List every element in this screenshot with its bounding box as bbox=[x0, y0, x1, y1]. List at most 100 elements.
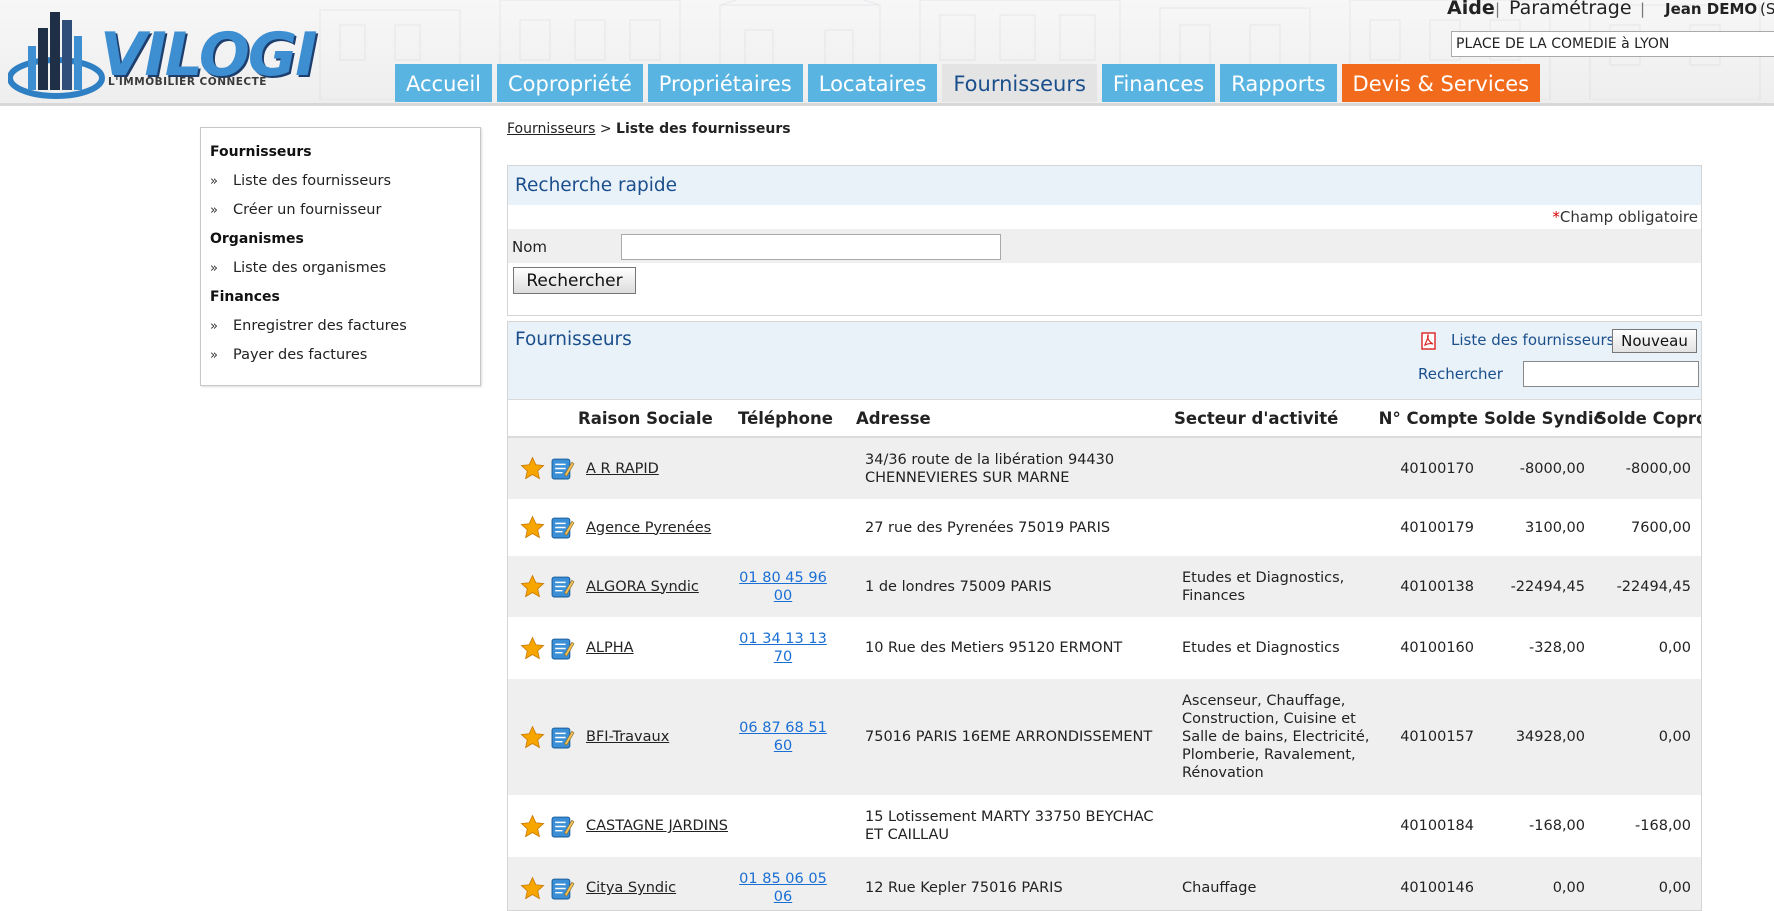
sidebar-item-payer-factures[interactable]: » Payer des factures bbox=[210, 343, 471, 372]
table-row: A R RAPID 34/36 route de la libération 9… bbox=[508, 437, 1701, 499]
tab-proprietaires[interactable]: Propriétaires bbox=[647, 64, 803, 102]
column-header-secteur[interactable]: Secteur d'activité bbox=[1154, 399, 1373, 438]
tab-locataires[interactable]: Locataires bbox=[807, 64, 938, 102]
new-supplier-button[interactable]: Nouveau bbox=[1612, 329, 1697, 353]
cell-adresse: 12 Rue Kepler 75016 PARIS bbox=[848, 857, 1154, 910]
tab-fournisseurs[interactable]: Fournisseurs bbox=[942, 64, 1097, 102]
filter-input[interactable] bbox=[1523, 361, 1699, 387]
tab-copropriete[interactable]: Copropriété bbox=[497, 64, 643, 102]
supplier-name-link[interactable]: A R RAPID bbox=[586, 461, 659, 477]
favorite-star-icon[interactable] bbox=[520, 574, 545, 599]
phone-link[interactable]: 01 80 45 96 00 bbox=[738, 569, 828, 605]
supplier-name-link[interactable]: Agence Pyrenées bbox=[586, 520, 711, 536]
table-row: ALGORA Syndic 01 80 45 96 00 1 de londre… bbox=[508, 556, 1701, 617]
row-actions bbox=[508, 857, 578, 910]
cell-raison-sociale: Agence Pyrenées bbox=[578, 499, 738, 556]
column-header-telephone[interactable]: Téléphone bbox=[738, 399, 848, 438]
suppliers-title: Fournisseurs bbox=[515, 329, 632, 350]
cell-raison-sociale: ALGORA Syndic bbox=[578, 556, 738, 617]
user-name[interactable]: Jean DEMO bbox=[1665, 0, 1757, 18]
cell-compte: 40100157 bbox=[1373, 679, 1484, 795]
tab-devis-services[interactable]: Devis & Services bbox=[1341, 64, 1541, 102]
sidebar-item-label: Enregistrer des factures bbox=[233, 318, 407, 334]
cell-adresse: 75016 PARIS 16EME ARRONDISSEMENT bbox=[848, 679, 1154, 795]
column-header-adresse[interactable]: Adresse bbox=[848, 399, 1154, 438]
name-form-row: Nom bbox=[508, 229, 1701, 263]
row-actions bbox=[508, 617, 578, 679]
sidebar-item-enregistrer-factures[interactable]: » Enregistrer des factures bbox=[210, 314, 471, 343]
app-header: VILOGI L'IMMOBILIER CONNECTÉ Aide | Para… bbox=[0, 0, 1774, 106]
double-chevron-icon: » bbox=[210, 319, 218, 334]
cell-compte: 40100138 bbox=[1373, 556, 1484, 617]
cell-compte: 40100170 bbox=[1373, 437, 1484, 499]
tab-accueil[interactable]: Accueil bbox=[395, 64, 492, 102]
sidebar-item-creer-fournisseur[interactable]: » Créer un fournisseur bbox=[210, 198, 471, 227]
column-header-compte[interactable]: N° Compte bbox=[1373, 399, 1484, 438]
cell-telephone bbox=[738, 499, 848, 556]
cell-compte: 40100184 bbox=[1373, 795, 1484, 857]
sidebar-item-label: Créer un fournisseur bbox=[233, 202, 382, 218]
edit-icon[interactable] bbox=[550, 515, 575, 540]
cell-compte: 40100179 bbox=[1373, 499, 1484, 556]
column-header-solde-copro[interactable]: Solde Copro bbox=[1595, 399, 1701, 438]
name-input[interactable] bbox=[621, 234, 1001, 260]
cell-secteur: Etudes et Diagnostics bbox=[1154, 617, 1373, 679]
double-chevron-icon: » bbox=[210, 174, 218, 189]
tab-finances[interactable]: Finances bbox=[1101, 64, 1216, 102]
cell-telephone: 06 87 68 51 60 bbox=[738, 679, 848, 795]
edit-icon[interactable] bbox=[550, 876, 575, 901]
supplier-name-link[interactable]: Citya Syndic bbox=[586, 880, 676, 896]
search-button[interactable]: Rechercher bbox=[513, 267, 636, 294]
favorite-star-icon[interactable] bbox=[520, 636, 545, 661]
favorite-star-icon[interactable] bbox=[520, 725, 545, 750]
edit-icon[interactable] bbox=[550, 574, 575, 599]
favorite-star-icon[interactable] bbox=[520, 876, 545, 901]
cell-raison-sociale: CASTAGNE JARDINS bbox=[578, 795, 738, 857]
edit-icon[interactable] bbox=[550, 636, 575, 661]
export-pdf-link[interactable]: Liste des fournisseurs bbox=[1451, 331, 1614, 349]
breadcrumb-link-fournisseurs[interactable]: Fournisseurs bbox=[507, 121, 595, 137]
separator: | bbox=[1495, 0, 1501, 18]
cell-adresse: 34/36 route de la libération 94430 CHENN… bbox=[848, 437, 1154, 499]
settings-link[interactable]: Paramétrage bbox=[1509, 0, 1632, 19]
cell-adresse: 10 Rue des Metiers 95120 ERMONT bbox=[848, 617, 1154, 679]
cell-solde-syndic: 34928,00 bbox=[1484, 679, 1595, 795]
cell-telephone: 01 80 45 96 00 bbox=[738, 556, 848, 617]
cell-compte: 40100160 bbox=[1373, 617, 1484, 679]
cell-adresse: 1 de londres 75009 PARIS bbox=[848, 556, 1154, 617]
edit-icon[interactable] bbox=[550, 814, 575, 839]
cell-telephone: 01 34 13 13 70 bbox=[738, 617, 848, 679]
column-header-solde-syndic[interactable]: Solde Syndic bbox=[1484, 399, 1603, 438]
cell-secteur bbox=[1154, 499, 1373, 556]
phone-link[interactable]: 01 34 13 13 70 bbox=[738, 630, 828, 666]
double-chevron-icon: » bbox=[210, 348, 218, 363]
breadcrumb-separator: > bbox=[599, 121, 612, 137]
user-suffix: (S bbox=[1760, 0, 1774, 18]
required-star: * bbox=[1552, 208, 1560, 226]
phone-link[interactable]: 06 87 68 51 60 bbox=[738, 719, 828, 755]
table-row: ALPHA 01 34 13 13 70 10 Rue des Metiers … bbox=[508, 617, 1701, 679]
supplier-name-link[interactable]: ALPHA bbox=[586, 640, 634, 656]
favorite-star-icon[interactable] bbox=[520, 814, 545, 839]
supplier-name-link[interactable]: CASTAGNE JARDINS bbox=[586, 818, 728, 834]
supplier-name-link[interactable]: BFI-Travaux bbox=[586, 729, 669, 745]
building-selector[interactable]: PLACE DE LA COMEDIE à LYON bbox=[1451, 31, 1774, 57]
vilogi-logo[interactable]: VILOGI L'IMMOBILIER CONNECTÉ bbox=[8, 6, 328, 102]
sidebar-item-liste-fournisseurs[interactable]: » Liste des fournisseurs bbox=[210, 169, 471, 198]
cell-raison-sociale: ALPHA bbox=[578, 617, 738, 679]
table-row: Agence Pyrenées 27 rue des Pyrenées 7501… bbox=[508, 499, 1701, 556]
help-link[interactable]: Aide bbox=[1447, 0, 1495, 19]
column-header-raison-sociale[interactable]: Raison Sociale bbox=[578, 399, 738, 438]
edit-icon[interactable] bbox=[550, 456, 575, 481]
favorite-star-icon[interactable] bbox=[520, 515, 545, 540]
double-chevron-icon: » bbox=[210, 203, 218, 218]
favorite-star-icon[interactable] bbox=[520, 456, 545, 481]
cell-raison-sociale: A R RAPID bbox=[578, 437, 738, 499]
phone-link[interactable]: 01 85 06 05 06 bbox=[738, 870, 828, 906]
pdf-icon[interactable] bbox=[1419, 331, 1439, 351]
edit-icon[interactable] bbox=[550, 725, 575, 750]
row-actions bbox=[508, 437, 578, 499]
sidebar-item-liste-organismes[interactable]: » Liste des organismes bbox=[210, 256, 471, 285]
tab-rapports[interactable]: Rapports bbox=[1220, 64, 1337, 102]
supplier-name-link[interactable]: ALGORA Syndic bbox=[586, 579, 699, 595]
